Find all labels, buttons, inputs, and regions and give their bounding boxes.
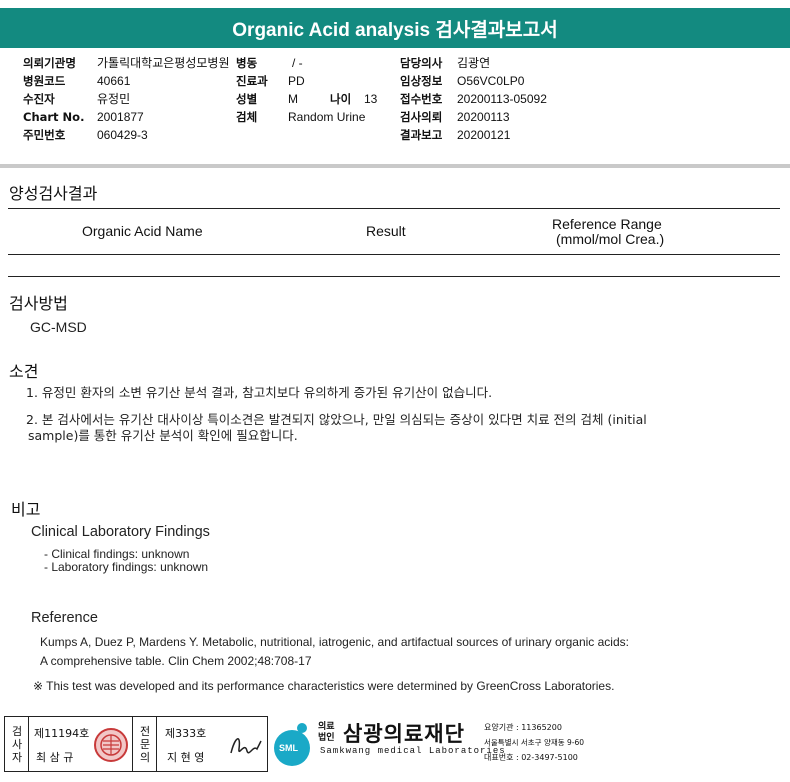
label-age: 나이: [330, 92, 352, 106]
signature-icon: [230, 738, 262, 754]
specialist-license-no: 제333호: [165, 727, 207, 740]
org-badge-text: SML: [279, 743, 298, 753]
specialist-label-cell: 전문의: [133, 717, 157, 771]
value-chart-no: 2001877: [97, 110, 144, 124]
reference-title: Reference: [31, 610, 98, 626]
value-age: 13: [364, 92, 378, 106]
label-receipt-no: 접수번호: [400, 92, 443, 106]
findings-heading: 소견: [9, 362, 39, 381]
label-department: 진료과: [236, 74, 268, 88]
header-separator: [0, 164, 790, 168]
value-report-date: 20200121: [457, 128, 511, 142]
col-reference-range: Reference Range: [552, 216, 662, 232]
value-request-date: 20200113: [457, 110, 510, 124]
label-institution: 의뢰기관명: [23, 56, 76, 70]
finding-item-1: 1. 유정민 환자의 소변 유기산 분석 결과, 참고치보다 유의하게 증가된 …: [26, 385, 493, 400]
value-specimen: Random Urine: [288, 110, 366, 124]
inspector-license-no: 제11194호: [34, 727, 90, 740]
label-report-date: 결과보고: [400, 128, 443, 142]
org-logo-icon: SML: [272, 720, 312, 768]
value-doctor: 김광연: [457, 56, 491, 70]
label-hospital-code: 병원코드: [23, 74, 66, 88]
label-sex: 성별: [236, 92, 258, 106]
label-chart-no: Chart No.: [23, 110, 85, 124]
table-header-rule: [8, 254, 780, 255]
reference-line-2: A comprehensive table. Clin Chem 2002;48…: [40, 654, 312, 668]
finding-item-2-line-2: sample)를 통한 유기산 분석이 확인에 필요합니다.: [28, 428, 298, 443]
specialist-cell: 제333호 지 현 영: [157, 717, 267, 771]
table-bottom-rule: [8, 276, 780, 277]
laboratory-findings-item: - Laboratory findings: unknown: [44, 560, 209, 574]
org-legal-type: 의료법인: [318, 722, 335, 743]
org-address: 서울특별시 서초구 양재동 9-60: [484, 738, 585, 747]
org-institution-code: 요양기관 : 11365200: [484, 723, 562, 732]
label-request-date: 검사의뢰: [400, 110, 443, 124]
value-ward: / -: [292, 56, 303, 70]
value-patient: 유정민: [97, 92, 131, 106]
value-hospital-code: 40661: [97, 74, 131, 88]
col-reference-unit: (mmol/mol Crea.): [556, 231, 665, 247]
clinical-findings-title: Clinical Laboratory Findings: [31, 524, 210, 540]
col-organic-acid-name: Organic Acid Name: [82, 223, 203, 239]
inspector-name: 최 삼 규: [36, 751, 74, 764]
label-specimen: 검체: [236, 110, 258, 124]
inspector-label: 검사자: [11, 725, 23, 764]
method-heading: 검사방법: [9, 294, 68, 313]
col-result: Result: [366, 223, 406, 239]
org-name: 삼광의료재단: [343, 722, 465, 746]
value-sex: M: [288, 92, 298, 106]
inspector-cell: 제11194호 최 삼 규: [29, 717, 133, 771]
org-english-name: Samkwang medical Laboratories: [320, 746, 506, 756]
specialist-label: 전문의: [139, 725, 151, 764]
value-clinical-info: O56VC0LP0: [457, 74, 525, 88]
label-doctor: 담당의사: [400, 56, 443, 70]
gc-lab-note: ※ This test was developed and its perfor…: [33, 679, 615, 693]
label-ward: 병동: [236, 56, 258, 70]
value-receipt-no: 20200113-05092: [457, 92, 547, 106]
label-clinical-info: 임상정보: [400, 74, 443, 88]
value-resident-no: 060429-3: [97, 128, 148, 142]
reference-line-1: Kumps A, Duez P, Mardens Y. Metabolic, n…: [40, 635, 629, 649]
finding-item-2-line-1: 2. 본 검사에서는 유기산 대사이상 특이소견은 발견되지 않았으나, 만일 …: [26, 412, 647, 427]
specialist-name: 지 현 영: [167, 751, 205, 764]
remarks-heading: 비고: [11, 500, 41, 519]
table-top-rule: [8, 208, 780, 209]
positive-results-heading: 양성검사결과: [9, 184, 98, 203]
value-institution: 가톨릭대학교은평성모병원: [97, 56, 230, 70]
value-department: PD: [288, 74, 305, 88]
header-right-column: 담당의사 김광연 임상정보 O56VC0LP0 접수번호 20200113-05092…: [400, 54, 600, 144]
report-title: Organic Acid analysis 검사결과보고서: [0, 8, 790, 48]
org-phone: 대표번호 : 02-3497-5100: [484, 753, 578, 762]
signature-box: 검사자 제11194호 최 삼 규 전문의 제333호 지 현 영: [4, 716, 268, 772]
inspector-label-cell: 검사자: [5, 717, 29, 771]
label-patient: 수진자: [23, 92, 55, 106]
header-mid-column: 병동 / - 진료과 PD 성별 M 나이 13 검체 Random Urine: [236, 54, 396, 126]
label-resident-no: 주민번호: [23, 128, 66, 142]
method-text: GC-MSD: [30, 319, 87, 335]
inspector-seal-icon: [94, 728, 128, 762]
